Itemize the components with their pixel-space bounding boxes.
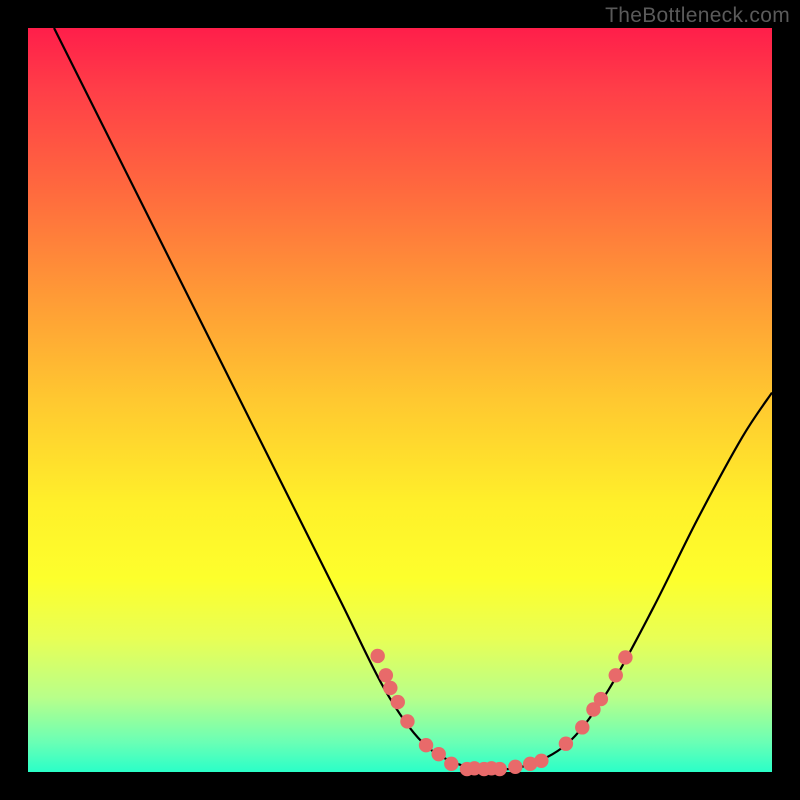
data-point <box>419 738 433 752</box>
data-point <box>400 714 414 728</box>
data-point <box>618 650 632 664</box>
chart-frame: TheBottleneck.com <box>0 0 800 800</box>
data-points <box>370 649 632 776</box>
data-point <box>559 737 573 751</box>
data-point <box>370 649 384 663</box>
watermark-text: TheBottleneck.com <box>605 4 790 28</box>
data-point <box>391 695 405 709</box>
data-point <box>493 762 507 776</box>
data-point <box>383 681 397 695</box>
data-point <box>444 757 458 771</box>
data-point <box>575 720 589 734</box>
chart-svg <box>28 28 772 772</box>
data-point <box>594 692 608 706</box>
data-point <box>379 668 393 682</box>
plot-area <box>28 28 772 772</box>
data-point <box>609 668 623 682</box>
bottleneck-curve <box>54 28 772 770</box>
data-point <box>431 747 445 761</box>
data-point <box>508 760 522 774</box>
data-point <box>534 754 548 768</box>
